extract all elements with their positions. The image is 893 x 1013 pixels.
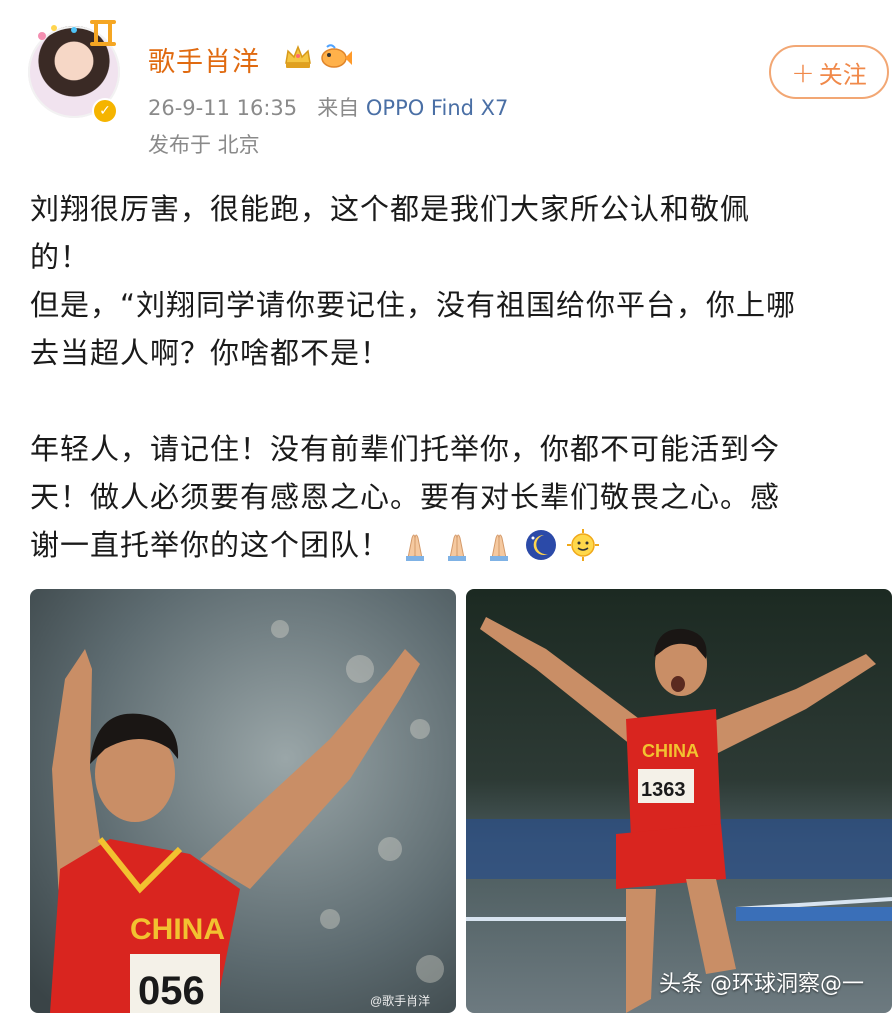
paragraph-1: 刘翔很厉害，很能跑，这个都是我们大家所公认和敬佩 的！ 但是，“刘翔同学请你要记… xyxy=(30,192,797,370)
source-device-link[interactable]: OPPO Find X7 xyxy=(366,96,509,120)
right-jersey-text: CHINA xyxy=(642,741,699,761)
left-image-watermark: @歌手肖洋 xyxy=(370,993,430,1008)
location: 发布于 北京 xyxy=(148,133,260,157)
post-header: ✓ 歌手肖洋 + 关注 26-9-11 16:35 来自 OPPO Find X… xyxy=(0,0,893,170)
post-body: 刘翔很厉害，很能跑，这个都是我们大家所公认和敬佩 的！ 但是，“刘翔同学请你要记… xyxy=(30,185,870,569)
left-jersey-text: CHINA xyxy=(130,913,225,946)
fish-badge-icon xyxy=(321,44,352,68)
pray-icon xyxy=(490,534,509,561)
source-prefix: 来自 xyxy=(317,96,360,120)
follow-button[interactable]: + 关注 xyxy=(769,45,889,99)
timestamp: 26-9-11 16:35 xyxy=(148,96,298,120)
paragraph-spacer xyxy=(30,377,870,425)
follow-label: 关注 xyxy=(818,60,867,89)
sun-icon xyxy=(567,529,600,561)
avatar-decoration-icon xyxy=(38,20,116,46)
left-bib-number: 056 xyxy=(138,969,205,1013)
crown-badge-icon xyxy=(285,44,311,68)
pray-icon xyxy=(406,534,425,561)
username[interactable]: 歌手肖洋 xyxy=(148,40,260,79)
right-bib-number: 1363 xyxy=(641,779,686,801)
verified-badge-icon: ✓ xyxy=(92,98,118,124)
source-watermark: 头条 @环球洞察@一 xyxy=(659,972,864,997)
plus-icon: + xyxy=(791,55,815,89)
post-image-right[interactable]: CHINA 1363 xyxy=(466,589,892,1013)
paragraph-2: 年轻人，请记住！没有前辈们托举你，你都不可能活到今 天！做人必须要有感恩之心。要… xyxy=(30,425,870,569)
post-image-left[interactable]: CHINA 056 @歌手肖洋 xyxy=(30,589,456,1013)
athlete-photo-left: CHINA 056 @歌手肖洋 xyxy=(30,589,456,1013)
moon-icon xyxy=(526,530,557,560)
pray-icon xyxy=(448,534,467,561)
post-meta: 26-9-11 16:35 来自 OPPO Find X7 xyxy=(148,92,508,122)
athlete-photo-right: CHINA 1363 xyxy=(466,589,892,1013)
